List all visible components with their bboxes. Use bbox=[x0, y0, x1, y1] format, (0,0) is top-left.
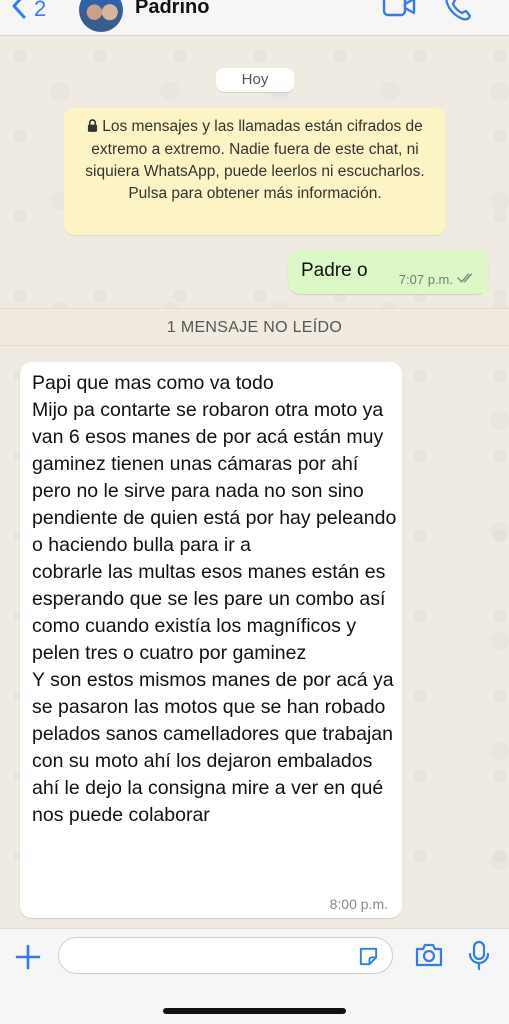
unread-divider: 1 MENSAJE NO LEÍDO bbox=[0, 308, 509, 346]
back-unread-count: 2 bbox=[34, 0, 47, 21]
sticker-icon[interactable] bbox=[357, 945, 380, 973]
plus-icon[interactable] bbox=[14, 943, 42, 976]
microphone-icon[interactable] bbox=[467, 940, 491, 977]
encryption-notice-text: Los mensajes y las llamadas están cifrad… bbox=[85, 118, 425, 202]
video-call-icon[interactable] bbox=[382, 0, 416, 20]
camera-icon[interactable] bbox=[414, 942, 444, 973]
incoming-message[interactable]: Papi que mas como va todo Mijo pa contar… bbox=[20, 362, 402, 918]
message-input[interactable] bbox=[73, 944, 343, 968]
message-text: Papi que mas como va todo Mijo pa contar… bbox=[32, 372, 397, 826]
message-input-field[interactable] bbox=[58, 937, 393, 974]
chat-header: 2 Padrino bbox=[0, 0, 509, 36]
contact-name[interactable]: Padrino bbox=[135, 0, 209, 19]
message-meta: 7:07 p.m. bbox=[399, 272, 476, 287]
avatar[interactable] bbox=[79, 0, 123, 32]
date-chip: Hoy bbox=[216, 68, 294, 92]
phone-icon[interactable] bbox=[444, 0, 472, 22]
outgoing-message[interactable]: Padre o 7:07 p.m. bbox=[288, 250, 488, 294]
back-button[interactable]: 2 bbox=[10, 0, 46, 24]
home-indicator bbox=[163, 1008, 346, 1014]
double-check-icon bbox=[457, 272, 476, 287]
lock-icon bbox=[87, 117, 98, 139]
message-time: 8:00 p.m. bbox=[329, 896, 388, 912]
chevron-left-icon bbox=[10, 0, 28, 25]
message-time: 7:07 p.m. bbox=[398, 272, 453, 287]
encryption-notice[interactable]: Los mensajes y las llamadas están cifrad… bbox=[64, 108, 446, 235]
message-text: Padre o bbox=[301, 260, 368, 281]
